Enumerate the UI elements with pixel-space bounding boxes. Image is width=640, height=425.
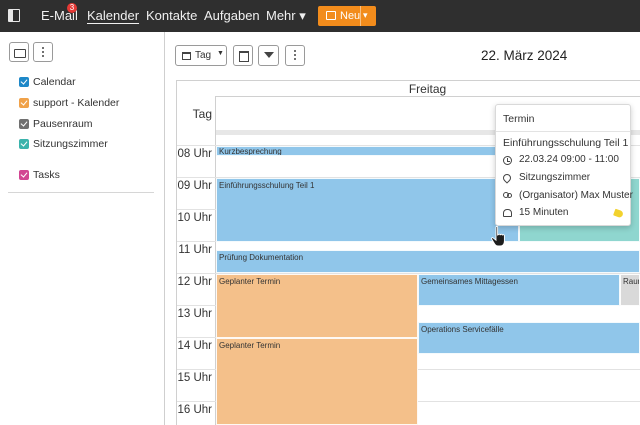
- clock-icon: [503, 156, 512, 165]
- checkbox-checked-icon[interactable]: [19, 77, 29, 87]
- checkbox-checked-icon[interactable]: [19, 139, 29, 149]
- calendar-item-support[interactable]: support - Kalender: [19, 97, 159, 111]
- popover-organizer: (Organisator) Max Muster: [519, 190, 633, 201]
- calendar-item-pausenraum[interactable]: Pausenraum: [19, 118, 159, 132]
- calendar-item-sitzungszimmer[interactable]: Sitzungszimmer: [19, 138, 159, 152]
- event-gemeinsames-mittagessen[interactable]: Gemeinsames Mittagessen: [418, 274, 620, 306]
- view-selector-dropdown[interactable]: Tag ▼: [175, 45, 227, 66]
- popover-organizer-row: (Organisator) Max Muster: [503, 190, 633, 204]
- calendar-item-calendar[interactable]: Calendar: [19, 76, 159, 90]
- event-raum[interactable]: Raum: [620, 274, 640, 306]
- email-unread-badge: 3: [67, 3, 77, 13]
- hour-label: 11 Uhr: [178, 244, 212, 256]
- view-label: Tag: [195, 50, 212, 61]
- more-vertical-icon: [294, 50, 296, 52]
- new-button-divider: [360, 6, 361, 26]
- new-appointment-button[interactable]: Neu ▾: [318, 6, 376, 26]
- filter-button[interactable]: [258, 45, 279, 66]
- hour-label: 08 Uhr: [177, 148, 212, 160]
- bell-icon: [503, 209, 512, 217]
- popover-event-title[interactable]: Einführungsschulung Teil 1: [503, 137, 628, 149]
- event-kurzbesprechung[interactable]: Kurzbesprechung: [216, 146, 519, 156]
- hour-label: 15 Uhr: [177, 372, 212, 384]
- hour-label: 09 Uhr: [177, 180, 212, 192]
- popover-time: 22.03.24 09:00 - 11:00: [519, 154, 619, 165]
- calendar-label: Tasks: [33, 169, 60, 181]
- nav-calendar[interactable]: Kalender: [87, 8, 139, 23]
- popover-reminder: 15 Minuten: [519, 207, 569, 218]
- calendar-label: Calendar: [33, 76, 76, 88]
- popover-time-row: 22.03.24 09:00 - 11:00: [503, 154, 631, 168]
- calendar-label: support - Kalender: [33, 97, 120, 109]
- event-geplanter-termin[interactable]: Geplanter Termin: [216, 274, 418, 338]
- calendar-icon: [182, 52, 191, 60]
- toolbar-more-button[interactable]: [285, 45, 305, 66]
- calendar-sidebar: Calendar support - Kalender Pausenraum S…: [0, 32, 165, 425]
- hour-label: 10 Uhr: [177, 212, 212, 224]
- calendar-plus-icon: [326, 11, 336, 20]
- nav-tasks[interactable]: Aufgaben: [204, 8, 260, 23]
- hour-label: 13 Uhr: [177, 308, 212, 320]
- hand-pointer-cursor-icon: [491, 226, 505, 247]
- day-column-header: Freitag: [215, 81, 640, 97]
- popover-reminder-row: 15 Minuten: [503, 207, 631, 221]
- location-pin-icon: [501, 172, 513, 184]
- folder-button[interactable]: [9, 42, 29, 62]
- top-navigation-bar: E-Mail 3 Kalender Kontakte Aufgaben Mehr…: [0, 0, 640, 32]
- popover-location-row: Sitzungszimmer: [501, 172, 631, 186]
- toggle-sidebar-icon[interactable]: [8, 9, 20, 22]
- checkbox-checked-icon[interactable]: [19, 98, 29, 108]
- nav-more-menu[interactable]: Mehr ▾: [266, 8, 306, 24]
- calendar-label: Sitzungszimmer: [33, 138, 108, 150]
- calendar-item-tasks[interactable]: Tasks: [19, 169, 159, 183]
- sidebar-divider: [8, 192, 154, 193]
- event-details-popover: Termin Einführungsschulung Teil 1 22.03.…: [495, 104, 633, 226]
- hour-label: 14 Uhr: [177, 340, 212, 352]
- nav-contacts[interactable]: Kontakte: [146, 8, 197, 23]
- hour-label: 12 Uhr: [177, 276, 212, 288]
- more-vertical-icon: [42, 47, 44, 49]
- event-einfuehrungsschulung[interactable]: Einführungsschulung Teil 1: [216, 178, 519, 242]
- popover-divider: [496, 131, 630, 132]
- today-button[interactable]: [233, 45, 253, 66]
- current-date-title: 22. März 2024: [481, 48, 568, 63]
- popover-heading: Termin: [503, 113, 535, 125]
- popover-location: Sitzungszimmer: [519, 172, 591, 183]
- event-pruefung-dokumentation[interactable]: Prüfung Dokumentation: [216, 250, 640, 273]
- checkbox-checked-icon[interactable]: [19, 119, 29, 129]
- chevron-down-icon[interactable]: ▾: [363, 10, 368, 21]
- event-geplanter-termin-2[interactable]: Geplanter Termin: [216, 338, 418, 425]
- people-icon: [503, 192, 512, 201]
- new-button-label: Neu: [340, 10, 361, 22]
- chevron-down-icon: ▼: [217, 50, 224, 57]
- event-operations-servicefaelle[interactable]: Operations Servicefälle: [418, 322, 640, 354]
- checkbox-checked-icon[interactable]: [19, 170, 29, 180]
- all-day-label: Tag: [192, 107, 212, 121]
- sidebar-more-button[interactable]: [33, 42, 53, 62]
- calendar-label: Pausenraum: [33, 118, 93, 130]
- hour-label: 16 Uhr: [177, 404, 212, 416]
